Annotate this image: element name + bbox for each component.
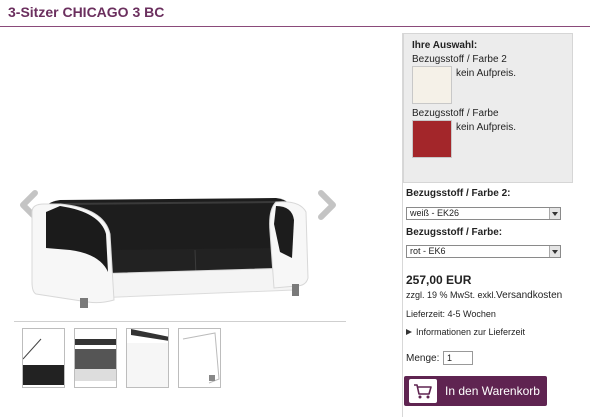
product-title: 3-Sitzer CHICAGO 3 BC	[8, 4, 165, 20]
fabric-select[interactable]: rot - EK6	[406, 245, 561, 258]
purchase-panel: Ihre Auswahl: Bezugsstoff / Farbe 2 kein…	[402, 33, 573, 417]
selection-label-2: Bezugsstoff / Farbe	[412, 108, 499, 119]
thumbnail-4[interactable]	[178, 328, 221, 388]
arrow-right-icon	[406, 329, 412, 335]
option-label-fabric-2: Bezugsstoff / Farbe 2:	[406, 188, 511, 199]
thumbnail-3[interactable]	[126, 328, 169, 388]
add-to-cart-label: In den Warenkorb	[445, 384, 540, 398]
swatch-red	[412, 120, 452, 158]
tax-note: zzgl. 19 % MwSt. exkl.Versandkosten	[406, 290, 562, 301]
title-divider	[0, 26, 590, 27]
selection-note-2: kein Aufpreis.	[456, 122, 517, 133]
fabric-2-select[interactable]: weiß - EK26	[406, 207, 561, 220]
quantity-label: Menge:	[406, 353, 440, 364]
delivery-time: Lieferzeit: 4-5 Wochen	[406, 309, 496, 319]
fabric-select-value: rot - EK6	[410, 246, 446, 256]
delivery-info-label: Informationen zur Lieferzeit	[416, 327, 526, 337]
selection-label-1: Bezugsstoff / Farbe 2	[412, 54, 507, 65]
add-to-cart-button[interactable]: In den Warenkorb	[404, 376, 547, 406]
chevron-down-icon	[549, 208, 560, 219]
fabric-2-select-value: weiß - EK26	[410, 208, 460, 218]
selection-note-1: kein Aufpreis.	[456, 68, 517, 79]
delivery-info-link[interactable]: Informationen zur Lieferzeit	[406, 327, 525, 337]
chevron-down-icon	[549, 246, 560, 257]
gallery-divider	[14, 321, 346, 322]
thumbnail-2[interactable]	[74, 328, 117, 388]
sofa-image	[31, 198, 309, 308]
thumbnail-strip	[22, 328, 221, 388]
tax-text: zzgl. 19 % MwSt. exkl.	[406, 290, 497, 300]
selection-heading: Ihre Auswahl:	[412, 40, 478, 51]
cart-icon	[409, 379, 437, 403]
price: 257,00 EUR	[406, 273, 472, 287]
swatch-white	[412, 66, 452, 104]
selection-summary: Ihre Auswahl: Bezugsstoff / Farbe 2 kein…	[403, 33, 573, 183]
quantity-input[interactable]: 1	[443, 351, 473, 365]
thumbnail-1[interactable]	[22, 328, 65, 388]
shipping-cost-link[interactable]: Versandkosten	[496, 290, 562, 301]
option-label-fabric: Bezugsstoff / Farbe:	[406, 227, 503, 238]
